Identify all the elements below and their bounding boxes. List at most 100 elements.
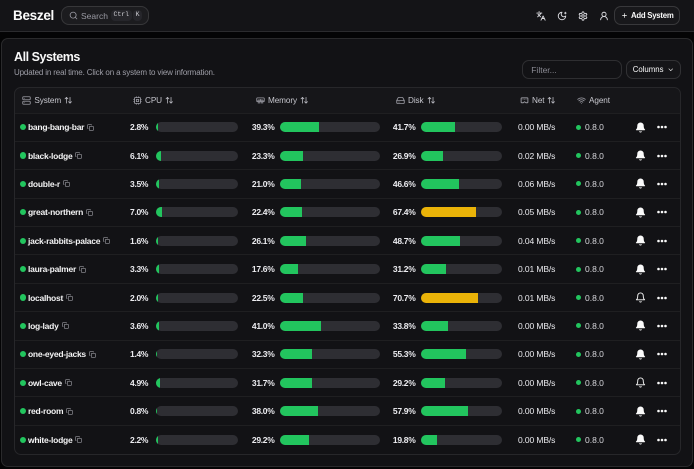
row-menu-button[interactable] xyxy=(654,148,670,164)
system-row[interactable]: white-lodge 2.2% 29.2% 19.8% 0.00 MB/s 0… xyxy=(15,425,680,453)
row-menu-button[interactable] xyxy=(654,432,670,448)
system-name: owl-cave xyxy=(28,378,62,388)
agent-version: 0.8.0 xyxy=(585,236,604,246)
ellipsis-icon xyxy=(656,121,668,133)
add-system-button[interactable]: Add System xyxy=(614,6,680,25)
copy-icon[interactable] xyxy=(86,209,93,216)
bell-icon xyxy=(635,207,646,218)
agent-status-dot xyxy=(576,125,581,130)
system-row[interactable]: great-northern 7.0% 22.4% 67.4% 0.05 MB/… xyxy=(15,198,680,226)
row-menu-button[interactable] xyxy=(654,233,670,249)
filter-input[interactable] xyxy=(522,60,622,79)
cpu-value: 2.0% xyxy=(130,293,148,303)
copy-icon[interactable] xyxy=(103,237,110,244)
system-row[interactable]: one-eyed-jacks 1.4% 32.3% 55.3% 0.00 MB/… xyxy=(15,340,680,368)
row-menu-button[interactable] xyxy=(654,176,670,192)
status-dot xyxy=(20,181,26,187)
cpu-value: 3.3% xyxy=(130,264,148,274)
agent-version: 0.8.0 xyxy=(585,406,604,416)
column-header-agent[interactable]: Agent xyxy=(563,96,625,105)
search-input[interactable]: Search Ctrl K xyxy=(61,6,149,25)
ellipsis-icon xyxy=(656,263,668,275)
alerts-button[interactable] xyxy=(633,432,649,448)
column-label-memory: Memory xyxy=(268,96,297,105)
net-value: 0.00 MB/s xyxy=(507,349,563,359)
theme-toggle-button[interactable] xyxy=(552,6,572,26)
columns-button[interactable]: Columns xyxy=(626,60,681,79)
row-menu-button[interactable] xyxy=(654,318,670,334)
system-name: black-lodge xyxy=(28,151,72,161)
cpu-value: 0.8% xyxy=(130,406,148,416)
copy-icon[interactable] xyxy=(89,351,96,358)
system-row[interactable]: localhost 2.0% 22.5% 70.7% 0.01 MB/s 0.8… xyxy=(15,283,680,311)
column-label-disk: Disk xyxy=(408,96,424,105)
row-menu-button[interactable] xyxy=(654,119,670,135)
row-menu-button[interactable] xyxy=(654,261,670,277)
settings-button[interactable] xyxy=(573,6,593,26)
disk-meter xyxy=(421,321,502,331)
copy-icon[interactable] xyxy=(66,294,73,301)
alerts-button[interactable] xyxy=(633,261,649,277)
ellipsis-icon xyxy=(656,377,668,389)
alerts-button[interactable] xyxy=(633,375,649,391)
disk-value: 46.6% xyxy=(393,179,416,189)
status-dot xyxy=(20,266,26,272)
memory-value: 29.2% xyxy=(252,435,275,445)
row-menu-button[interactable] xyxy=(654,204,670,220)
user-menu-button[interactable] xyxy=(594,6,614,26)
system-row[interactable]: double-r 3.5% 21.0% 46.6% 0.06 MB/s 0.8.… xyxy=(15,170,680,198)
alerts-button[interactable] xyxy=(633,290,649,306)
copy-icon[interactable] xyxy=(66,408,73,415)
bell-icon xyxy=(635,264,646,275)
alerts-button[interactable] xyxy=(633,233,649,249)
row-menu-button[interactable] xyxy=(654,290,670,306)
net-value: 0.00 MB/s xyxy=(507,435,563,445)
copy-icon[interactable] xyxy=(75,436,82,443)
column-header-memory[interactable]: Memory xyxy=(243,96,383,105)
memory-meter xyxy=(280,264,380,274)
alerts-button[interactable] xyxy=(633,318,649,334)
alerts-button[interactable] xyxy=(633,204,649,220)
disk-meter xyxy=(421,151,502,161)
agent-status-dot xyxy=(576,238,581,243)
agent-version: 0.8.0 xyxy=(585,435,604,445)
column-label-net: Net xyxy=(532,96,544,105)
copy-icon[interactable] xyxy=(75,152,82,159)
disk-meter xyxy=(421,293,502,303)
copy-icon[interactable] xyxy=(79,266,86,273)
row-menu-button[interactable] xyxy=(654,375,670,391)
beszel-logo[interactable]: Beszel xyxy=(13,8,54,23)
cpu-meter xyxy=(156,378,238,388)
system-row[interactable]: bang-bang-bar 2.8% 39.3% 41.7% 0.00 MB/s… xyxy=(15,113,680,141)
system-row[interactable]: owl-cave 4.9% 31.7% 29.2% 0.00 MB/s 0.8.… xyxy=(15,369,680,397)
ethernet-port-icon xyxy=(520,96,529,105)
row-menu-button[interactable] xyxy=(654,346,670,362)
system-row[interactable]: laura-palmer 3.3% 17.6% 31.2% 0.01 MB/s … xyxy=(15,255,680,283)
chevron-down-icon xyxy=(667,66,675,74)
system-row[interactable]: red-room 0.8% 38.0% 57.9% 0.00 MB/s 0.8.… xyxy=(15,397,680,425)
row-menu-button[interactable] xyxy=(654,403,670,419)
alerts-button[interactable] xyxy=(633,346,649,362)
system-row[interactable]: log-lady 3.6% 41.0% 33.8% 0.00 MB/s 0.8.… xyxy=(15,312,680,340)
alerts-button[interactable] xyxy=(633,403,649,419)
net-value: 0.00 MB/s xyxy=(507,321,563,331)
alerts-button[interactable] xyxy=(633,148,649,164)
copy-icon[interactable] xyxy=(65,379,72,386)
alerts-button[interactable] xyxy=(633,119,649,135)
alerts-button[interactable] xyxy=(633,176,649,192)
system-row[interactable]: jack-rabbits-palace 1.6% 26.1% 48.7% 0.0… xyxy=(15,227,680,255)
table-header-row: System CPU Memory Di xyxy=(15,88,680,113)
system-row[interactable]: black-lodge 6.1% 23.3% 26.9% 0.02 MB/s 0… xyxy=(15,141,680,169)
memory-meter xyxy=(280,321,380,331)
copy-icon[interactable] xyxy=(63,180,70,187)
column-header-net[interactable]: Net xyxy=(507,96,563,105)
language-button[interactable] xyxy=(531,6,551,26)
column-header-system[interactable]: System xyxy=(15,96,129,105)
memory-meter xyxy=(280,349,380,359)
copy-icon[interactable] xyxy=(87,124,94,131)
column-header-cpu[interactable]: CPU xyxy=(129,96,243,105)
copy-icon[interactable] xyxy=(62,322,69,329)
disk-meter xyxy=(421,179,502,189)
disk-value: 48.7% xyxy=(393,236,416,246)
column-header-disk[interactable]: Disk xyxy=(383,96,507,105)
